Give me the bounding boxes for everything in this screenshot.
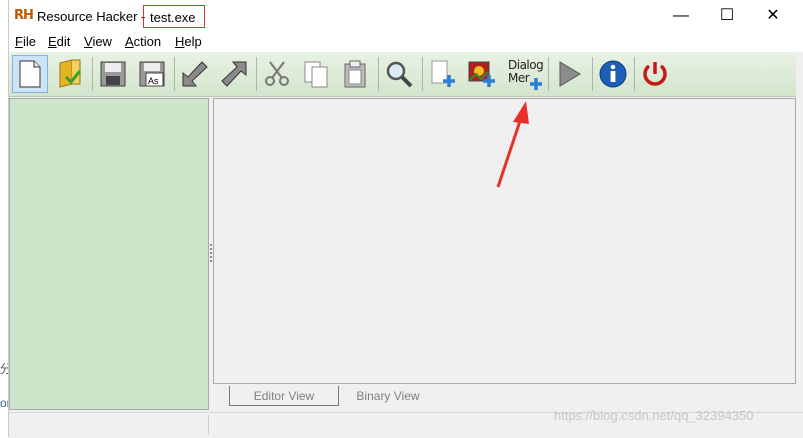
- power-button[interactable]: [637, 55, 673, 93]
- add-image-resource-icon: [468, 61, 495, 87]
- power-icon: [643, 62, 667, 86]
- filename-highlight-box: test.exe: [143, 5, 205, 28]
- resource-tree-pane[interactable]: [9, 98, 209, 410]
- watermark-text: https://blog.csdn.net/qq_32394350: [554, 408, 754, 423]
- menu-file[interactable]: File: [15, 34, 36, 49]
- paste-icon: [344, 60, 366, 88]
- maximize-button[interactable]: ☐: [704, 0, 750, 32]
- tab-binary-view[interactable]: Binary View: [343, 386, 433, 406]
- app-logo-icon: RH: [14, 8, 34, 23]
- info-button[interactable]: [595, 55, 631, 93]
- save-as-icon: As: [139, 61, 165, 87]
- save-button[interactable]: [95, 55, 131, 93]
- close-button[interactable]: ✕: [750, 0, 796, 32]
- open-button[interactable]: [52, 55, 88, 93]
- export-icon: [221, 61, 247, 87]
- dialog-menu-label: Dialog Mer: [508, 58, 544, 85]
- status-divider: [208, 415, 209, 435]
- svg-text:As: As: [148, 76, 159, 86]
- import-icon: [182, 61, 208, 87]
- add-blank-resource-button[interactable]: [425, 55, 461, 93]
- window-title: Resource Hacker -: [37, 9, 146, 24]
- paste-button[interactable]: [337, 55, 373, 93]
- cut-button[interactable]: [259, 55, 295, 93]
- add-image-resource-button[interactable]: [464, 55, 500, 93]
- search-icon: [386, 61, 413, 88]
- new-button[interactable]: [12, 55, 48, 93]
- run-icon: [559, 61, 581, 87]
- new-document-icon: [19, 60, 41, 88]
- search-button[interactable]: [381, 55, 417, 93]
- tab-editor-view[interactable]: Editor View: [229, 386, 339, 406]
- cut-icon: [265, 61, 289, 86]
- toolbar: As Dialog Mer: [9, 52, 796, 97]
- export-button[interactable]: [216, 55, 252, 93]
- resource-hacker-window: RH Resource Hacker - test.exe — ☐ ✕ File…: [8, 0, 803, 438]
- menu-edit[interactable]: Edit: [48, 34, 70, 49]
- save-as-button[interactable]: As: [134, 55, 170, 93]
- menu-bar: File Edit View Action Help: [9, 32, 803, 52]
- menu-view[interactable]: View: [84, 34, 112, 49]
- import-button[interactable]: [177, 55, 213, 93]
- copy-icon: [304, 61, 328, 88]
- desktop-background: 分 or: [0, 0, 12, 437]
- menu-action[interactable]: Action: [125, 34, 161, 49]
- add-blank-resource-icon: [431, 60, 455, 87]
- save-icon: [100, 61, 126, 87]
- title-bar: RH Resource Hacker - test.exe — ☐ ✕: [9, 0, 803, 32]
- editor-pane[interactable]: [213, 98, 796, 384]
- menu-help[interactable]: Help: [175, 34, 202, 49]
- splitter-grip[interactable]: [210, 244, 212, 264]
- window-title-filename: test.exe: [150, 10, 196, 25]
- info-icon: [599, 60, 627, 88]
- run-button[interactable]: [551, 55, 587, 93]
- open-folder-icon: [59, 59, 82, 88]
- minimize-button[interactable]: —: [658, 0, 704, 32]
- copy-button[interactable]: [298, 55, 334, 93]
- view-tabs: Editor View Binary View: [213, 384, 796, 410]
